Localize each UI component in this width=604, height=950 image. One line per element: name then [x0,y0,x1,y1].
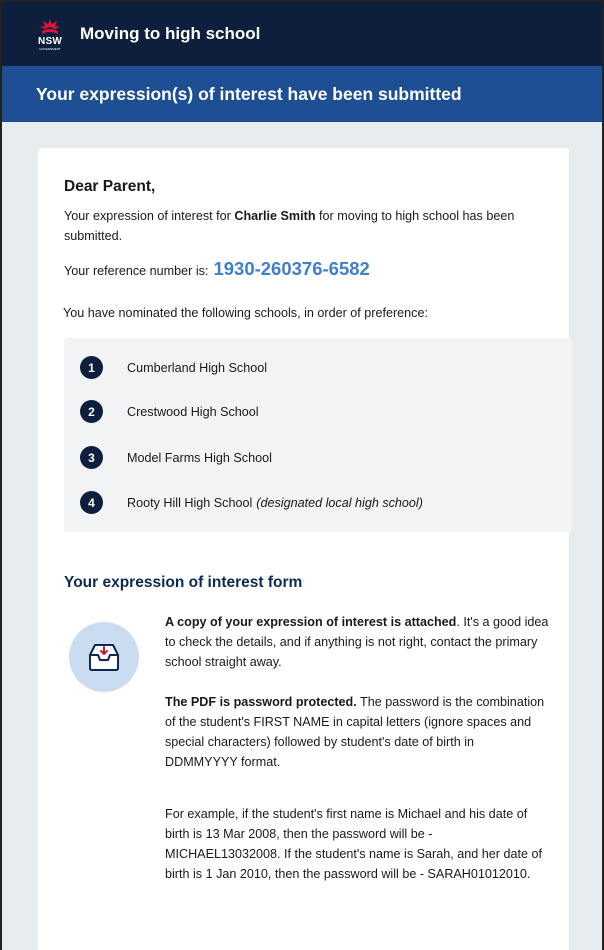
password-bold: The PDF is password protected. [165,695,357,709]
content-card: Dear Parent, Your expression of interest… [38,148,572,950]
nominated-text: You have nominated the following schools… [63,306,428,320]
logo-text: NSW [38,36,62,47]
school-name: Model Farms High School [127,450,272,465]
list-item: 1 Cumberland High School [80,356,267,379]
preference-number-badge: 3 [80,446,103,469]
attachment-paragraph: A copy of your expression of interest is… [165,612,550,672]
greeting: Dear Parent, [64,178,156,195]
list-item: 2 Crestwood High School [80,400,259,423]
student-name: Charlie Smith [234,209,316,223]
inbox-download-icon [69,622,139,692]
preference-number-badge: 2 [80,400,103,423]
password-paragraph: The PDF is password protected. The passw… [165,692,550,772]
list-item: 3 Model Farms High School [80,446,272,469]
submission-banner: Your expression(s) of interest have been… [2,66,602,122]
school-note: (designated local high school) [256,495,423,510]
waratah-icon [40,19,60,34]
nsw-logo: NSW GOVERNMENT [36,17,64,51]
example-paragraph: For example, if the student's first name… [165,807,542,881]
email-frame: NSW GOVERNMENT Moving to high school You… [0,0,604,950]
intro-text: Your expression of interest for Charlie … [64,206,534,246]
school-name: Cumberland High School [127,360,268,375]
list-item: 4 Rooty Hill High School (designated loc… [80,491,423,514]
school-name: Rooty Hill High School [127,495,253,510]
school-preference-list: 1 Cumberland High School 2 Crestwood Hig… [64,338,572,532]
app-title: Moving to high school [80,24,261,43]
reference-label: Your reference number is: [64,264,209,278]
reference-line: Your reference number is: 1930-260376-65… [64,258,370,280]
logo-subtext: GOVERNMENT [39,47,61,51]
school-name: Crestwood High School [127,404,259,419]
reference-number: 1930-260376-6582 [213,258,370,279]
attachment-bold: A copy of your expression of interest is… [165,615,457,629]
top-bar: NSW GOVERNMENT Moving to high school [2,0,602,66]
preference-number-badge: 1 [80,356,103,379]
preference-number-badge: 4 [80,491,103,514]
section-title: Your expression of interest form [64,574,303,591]
intro-prefix: Your expression of interest for [64,209,235,223]
